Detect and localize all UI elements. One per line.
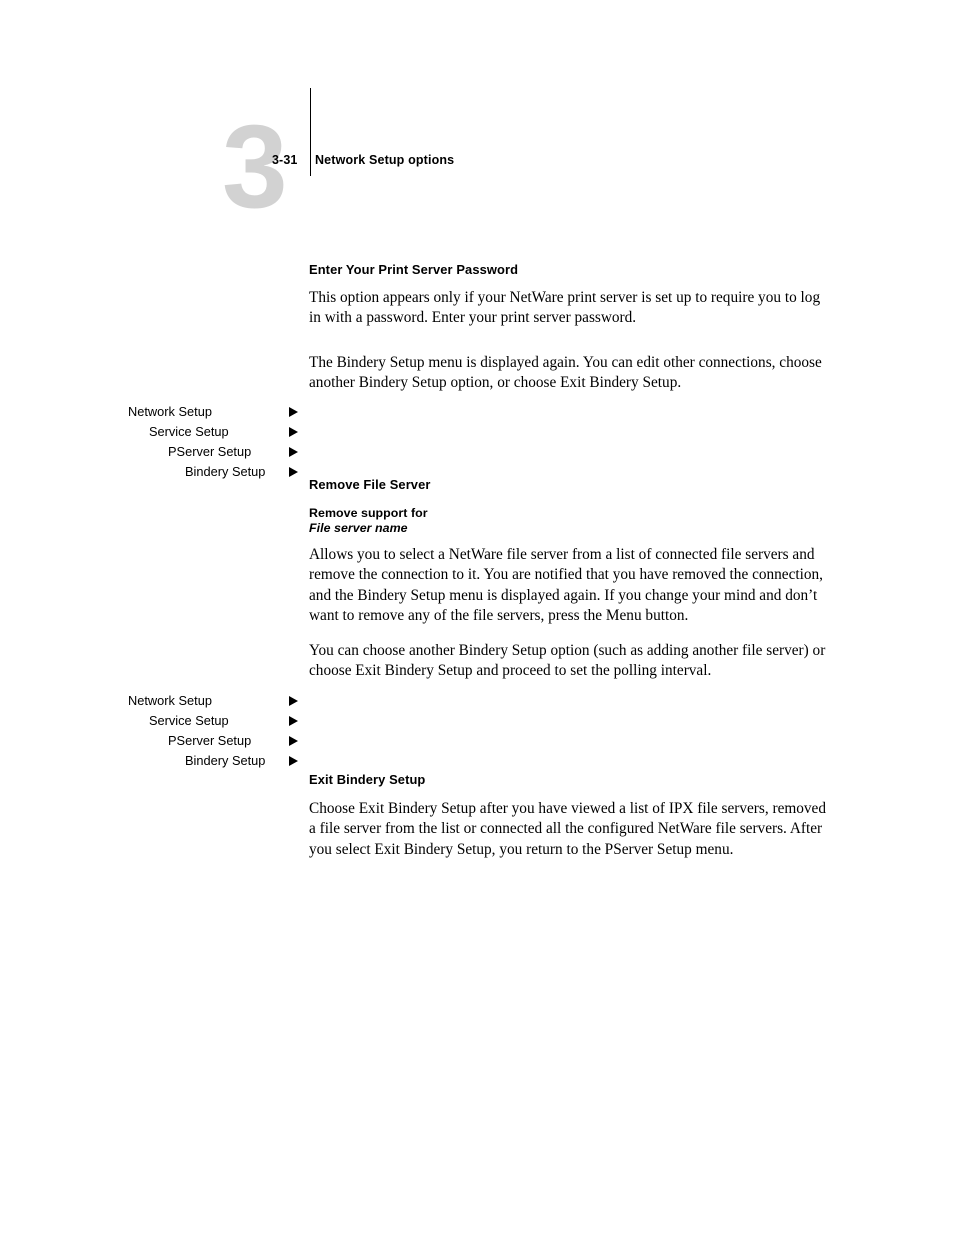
- menu-path-row[interactable]: Network Setup: [0, 691, 320, 711]
- menu-path-item-network-setup: Network Setup: [128, 693, 212, 708]
- menu-path-row[interactable]: Bindery Setup: [0, 751, 320, 771]
- arrow-right-icon: [289, 736, 298, 746]
- body-paragraph: This option appears only if your NetWare…: [309, 289, 821, 327]
- menu-path-bindery-setup-first: Network Setup Service Setup PServer Setu…: [0, 402, 320, 482]
- option-label: Remove support for: [309, 506, 428, 520]
- menu-path-item-network-setup: Network Setup: [128, 404, 212, 419]
- menu-path-row[interactable]: Network Setup: [0, 402, 320, 422]
- menu-path-item-service-setup: Service Setup: [149, 424, 229, 439]
- option-descriptor-remove-support: Remove support for File server name: [309, 506, 827, 536]
- section-enter-print-server-password: Enter Your Print Server Password: [309, 262, 827, 277]
- body-paragraph: Choose Exit Bindery Setup after you have…: [309, 800, 826, 858]
- page-number: 3-31: [272, 153, 298, 167]
- arrow-right-icon: [289, 696, 298, 706]
- paragraph-bindery-menu-redisplay: The Bindery Setup menu is displayed agai…: [309, 353, 827, 394]
- section-heading: Enter Your Print Server Password: [309, 262, 519, 277]
- arrow-right-icon: [289, 407, 298, 417]
- section-remove-file-server: Remove File Server: [309, 477, 827, 492]
- menu-path-row[interactable]: PServer Setup: [0, 731, 320, 751]
- section-heading: Exit Bindery Setup: [309, 772, 426, 787]
- arrow-right-icon: [289, 756, 298, 766]
- menu-path-item-service-setup: Service Setup: [149, 713, 229, 728]
- paragraph-exit-bindery-desc: Choose Exit Bindery Setup after you have…: [309, 799, 827, 860]
- menu-path-item-pserver-setup: PServer Setup: [168, 733, 252, 748]
- paragraph-choose-another-option: You can choose another Bindery Setup opt…: [309, 641, 827, 682]
- paragraph-remove-file-server-desc: Allows you to select a NetWare file serv…: [309, 545, 827, 627]
- arrow-right-icon: [289, 716, 298, 726]
- paragraph-password-intro: This option appears only if your NetWare…: [309, 288, 827, 329]
- body-paragraph: You can choose another Bindery Setup opt…: [309, 642, 826, 680]
- option-value-placeholder: File server name: [309, 521, 408, 536]
- body-paragraph: The Bindery Setup menu is displayed agai…: [309, 354, 822, 392]
- section-heading: Remove File Server: [309, 477, 431, 492]
- arrow-right-icon: [289, 447, 298, 457]
- running-head-title: Network Setup options: [315, 153, 455, 167]
- menu-path-row[interactable]: Bindery Setup: [0, 462, 320, 482]
- header-divider-rule: [310, 88, 312, 176]
- section-exit-bindery-setup: Exit Bindery Setup: [309, 772, 827, 787]
- menu-path-row[interactable]: Service Setup: [0, 422, 320, 442]
- menu-path-row[interactable]: Service Setup: [0, 711, 320, 731]
- menu-path-item-pserver-setup: PServer Setup: [168, 444, 252, 459]
- arrow-right-icon: [289, 467, 298, 477]
- arrow-right-icon: [289, 427, 298, 437]
- menu-path-item-bindery-setup: Bindery Setup: [185, 464, 266, 479]
- menu-path-item-bindery-setup: Bindery Setup: [185, 753, 266, 768]
- body-paragraph: Allows you to select a NetWare file serv…: [309, 546, 823, 625]
- page-header: 3 3-31 Network Setup options: [0, 0, 954, 250]
- chapter-number-watermark: 3: [222, 101, 288, 233]
- menu-path-bindery-setup-second: Network Setup Service Setup PServer Setu…: [0, 691, 320, 771]
- menu-path-row[interactable]: PServer Setup: [0, 442, 320, 462]
